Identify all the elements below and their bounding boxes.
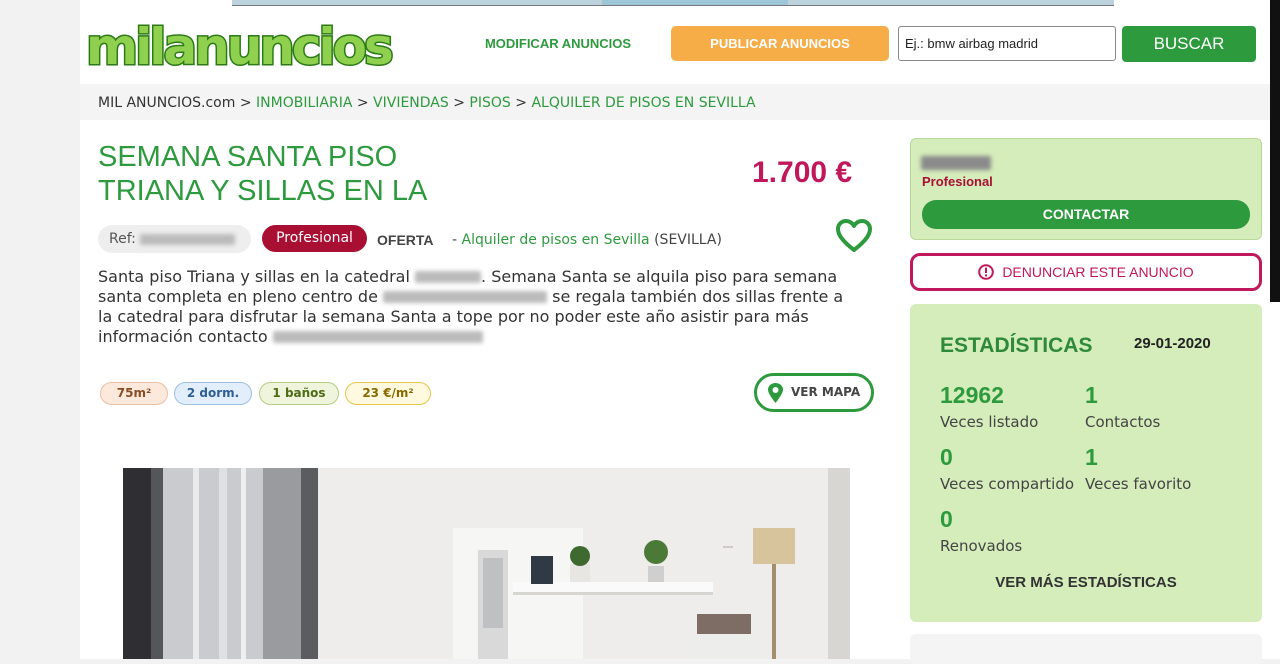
redacted-text [415,271,482,283]
alert-circle-icon [978,259,995,280]
heart-outline-icon[interactable] [835,218,873,254]
redacted-text [383,291,548,303]
breadcrumb: MIL ANUNCIOS.com > INMOBILIARIA > VIVIEN… [98,95,756,111]
ver-mapa-button[interactable]: VER MAPA [754,373,874,412]
contactar-button[interactable]: CONTACTAR [922,200,1250,229]
modificar-anuncios-link[interactable]: MODIFICAR ANUNCIOS [468,30,648,58]
feature-area-chip: 75m² [100,382,168,405]
profesional-badge: Profesional [262,225,367,252]
listing-category: - Alquiler de pisos en Sevilla (SEVILLA) [452,232,722,248]
stat-veces-listado: 12962 Veces listado [940,382,1039,431]
top-banner-ad[interactable] [232,0,1114,6]
feature-dorms-chip: 2 dorm. [174,382,252,405]
seller-card: Profesional CONTACTAR [910,138,1262,240]
breadcrumb-item-alquiler[interactable]: ALQUILER DE PISOS EN SEVILLA [531,95,755,111]
breadcrumb-item-inmobiliaria[interactable]: INMOBILIARIA [256,95,352,111]
breadcrumb-item-viviendas[interactable]: VIVIENDAS [373,95,449,111]
category-link[interactable]: Alquiler de pisos en Sevilla [462,232,650,248]
logo-text: milanuncios [85,17,396,78]
listing-location: (SEVILLA) [654,232,722,248]
redacted-text [272,331,483,343]
denunciar-label: DENUNCIAR ESTE ANUNCIO [1002,264,1194,280]
stats-title: ESTADÍSTICAS [940,334,1093,357]
breadcrumb-root[interactable]: MIL ANUNCIOS.com [98,95,235,111]
stat-contactos: 1 Contactos [1085,382,1161,431]
listing-description: Santa piso Triana y sillas en la catedra… [98,267,844,346]
seller-type: Profesional [922,174,993,189]
stat-veces-favorito: 1 Veces favorito [1085,444,1192,493]
listing-photo[interactable] [123,468,850,659]
stat-renovados: 0 Renovados [940,506,1023,555]
ver-mas-estadisticas-link[interactable]: VER MÁS ESTADÍSTICAS [910,574,1262,591]
denunciar-button[interactable]: DENUNCIAR ESTE ANUNCIO [910,253,1262,291]
search-input[interactable] [898,26,1116,61]
reference-pill: Ref: [98,225,251,253]
map-pin-icon [767,382,784,404]
listing-type: OFERTA [377,232,434,248]
ver-mapa-label: VER MAPA [791,385,861,399]
ref-label: Ref: [109,231,136,247]
next-sidebar-card [910,634,1262,664]
listing-title: SEMANA SANTA PISO TRIANA Y SILLAS EN LA [98,141,428,207]
seller-name-redacted [921,152,991,171]
listing-price: 1.700 € [752,156,853,189]
stat-veces-compartido: 0 Veces compartido [940,444,1075,493]
publicar-anuncios-button[interactable]: PUBLICAR ANUNCIOS [671,26,889,61]
site-logo[interactable]: milanuncios [85,17,396,78]
feature-banos-chip: 1 baños [259,382,339,405]
ref-number-redacted [139,233,235,245]
stats-card: ESTADÍSTICAS 29-01-2020 12962 Veces list… [910,304,1262,622]
buscar-button[interactable]: BUSCAR [1122,26,1256,62]
stats-date: 29-01-2020 [1134,335,1211,352]
window-edge [1270,0,1280,302]
feature-price-m2-chip: 23 €/m² [345,382,431,405]
breadcrumb-item-pisos[interactable]: PISOS [469,95,510,111]
